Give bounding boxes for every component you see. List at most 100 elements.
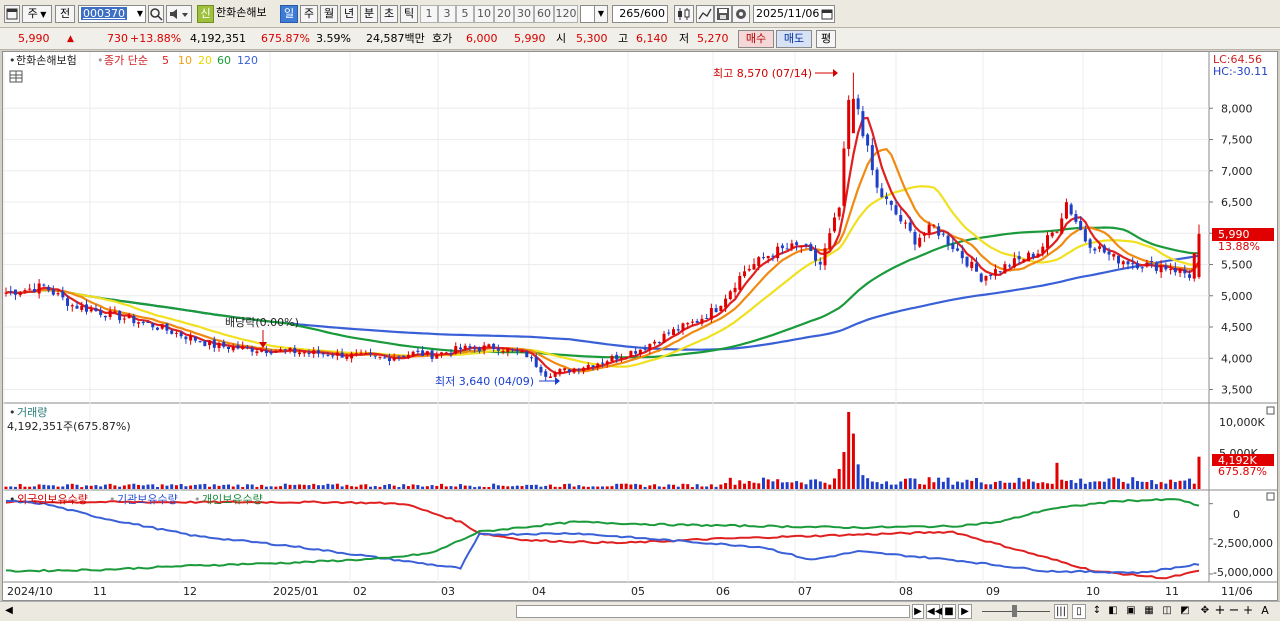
bottom-scrollbar[interactable]: ◀ ▶ ◀◀ ■ ▶ ||| ▯ ↕ ◧ ▣ ▦ ◫ ◩ ✥ + − + A (0, 601, 1280, 621)
candle-body (1121, 261, 1125, 265)
period-select[interactable]: 주 ▼ (22, 5, 52, 23)
volume-bar (288, 484, 292, 489)
tab-tick[interactable]: 틱 (400, 5, 418, 23)
color-icon[interactable]: ◩ (1178, 604, 1192, 619)
gear-icon[interactable] (732, 5, 750, 23)
scroll-thumb[interactable] (516, 605, 910, 618)
candle-body (51, 289, 55, 295)
volume-bar (629, 484, 633, 489)
panel-close-icon[interactable] (1266, 492, 1275, 501)
avg-button[interactable]: 평 (816, 30, 836, 48)
candle-body (544, 371, 548, 377)
volume-bar (709, 484, 713, 489)
chevron-down-icon[interactable]: ▼ (594, 5, 608, 23)
minute-1[interactable]: 1 (420, 5, 438, 23)
volume-bar (818, 481, 822, 489)
volume-bar (515, 485, 519, 489)
volume-bar (61, 486, 65, 489)
play-icon[interactable]: ▶ (958, 604, 972, 619)
sort-icon[interactable]: ↕ (1090, 604, 1104, 619)
volume-bar (66, 484, 70, 489)
stop-icon[interactable]: ■ (942, 604, 956, 619)
buy-button[interactable]: 매수 (738, 30, 774, 48)
minute-20[interactable]: 20 (494, 5, 514, 23)
candle-body (449, 353, 453, 355)
rewind-icon[interactable]: ◀◀ (926, 604, 942, 619)
volume-bar (1112, 477, 1116, 489)
split-icon[interactable]: ◫ (1160, 604, 1174, 619)
volume-bar (293, 484, 297, 489)
scroll-right-icon[interactable]: ▶ (912, 604, 924, 619)
chart-svg[interactable]: 3,5004,0004,5005,0005,5006,0006,5007,000… (3, 52, 1277, 600)
candle-body (956, 248, 960, 251)
minute-3[interactable]: 3 (438, 5, 456, 23)
tab-month[interactable]: 월 (320, 5, 338, 23)
tab-day[interactable]: 일 (280, 5, 298, 23)
candle-body (1060, 218, 1064, 234)
stock-code-input[interactable]: 000370 ▼ (78, 5, 146, 23)
volume-value: 4,192,351주(675.87%) (7, 420, 131, 433)
sound-icon[interactable] (166, 5, 192, 23)
holdings-bullet: • (194, 493, 201, 506)
volume-bar (799, 482, 803, 489)
pan-icon[interactable]: ✥ (1198, 604, 1212, 619)
volume-bar (1192, 483, 1196, 489)
chart-type-icon[interactable]: ▯ (1072, 604, 1086, 619)
volume-bar (222, 484, 226, 489)
volume-bar (1140, 481, 1144, 489)
save-view-icon[interactable]: ▦ (1142, 604, 1156, 619)
candle-body (482, 345, 486, 351)
candle-body (993, 269, 997, 276)
candle-body (695, 320, 699, 323)
zoom-slider-handle[interactable] (1012, 605, 1017, 617)
price-change: 730 (107, 32, 128, 45)
minute-120[interactable]: 120 (554, 5, 578, 23)
up-arrow-icon: ▲ (67, 34, 74, 44)
drawing-tool-icon[interactable] (696, 5, 714, 23)
candle-body (430, 350, 434, 359)
volume-bar (28, 486, 32, 489)
volume-bar (13, 486, 17, 489)
zoom-in-icon[interactable]: + (1214, 604, 1226, 619)
tab-second[interactable]: 초 (380, 5, 398, 23)
candle-body (387, 358, 391, 361)
minute-30[interactable]: 30 (514, 5, 534, 23)
fit-icon[interactable]: ◧ (1106, 604, 1120, 619)
panel-close-icon[interactable] (1266, 406, 1275, 415)
candle-body (615, 354, 619, 360)
volume-bar (137, 484, 141, 489)
minute-5[interactable]: 5 (456, 5, 474, 23)
candle-body (1031, 253, 1035, 258)
bar-zoom-icon[interactable]: ||| (1054, 604, 1068, 619)
minute-10[interactable]: 10 (474, 5, 494, 23)
font-size-icon[interactable]: A (1258, 604, 1272, 619)
candle-body (1055, 231, 1059, 233)
save-icon[interactable] (714, 5, 732, 23)
tab-year[interactable]: 년 (340, 5, 358, 23)
volume-bar (842, 452, 846, 489)
chart-area[interactable]: 3,5004,0004,5005,0005,5006,0006,5007,000… (2, 51, 1278, 601)
layout-icon[interactable]: ▣ (1124, 604, 1138, 619)
candle-body (1107, 251, 1111, 255)
volume-bar (1098, 481, 1102, 489)
hoga-label: 호가 (432, 32, 453, 45)
candle-body (94, 308, 98, 312)
search-icon[interactable] (148, 5, 164, 23)
tab-minute[interactable]: 분 (360, 5, 378, 23)
minute-60[interactable]: 60 (534, 5, 554, 23)
calendar-icon[interactable] (821, 8, 833, 20)
date-input[interactable]: 2025/11/06 (753, 5, 835, 23)
window-icon[interactable] (4, 5, 20, 23)
scroll-left-icon[interactable]: ◀ (3, 604, 15, 619)
volume-bar (1117, 478, 1121, 489)
prev-button[interactable]: 전 (55, 5, 75, 23)
volume-bar (406, 486, 410, 489)
count-input[interactable]: 265/600 (612, 5, 668, 23)
tab-week[interactable]: 주 (300, 5, 318, 23)
sell-button[interactable]: 매도 (776, 30, 812, 48)
candle-type-icon[interactable] (674, 5, 694, 23)
zoom-out-icon[interactable]: − (1228, 604, 1240, 619)
volume-bar (1131, 477, 1135, 489)
candle-body (189, 335, 193, 341)
crosshair-icon[interactable]: + (1242, 604, 1254, 619)
